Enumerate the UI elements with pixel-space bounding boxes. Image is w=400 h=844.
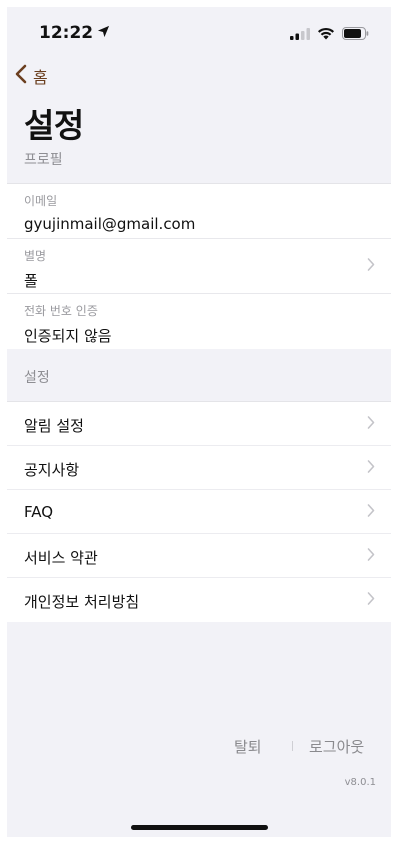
back-button[interactable]: 홈 xyxy=(15,64,48,88)
chevron-right-icon xyxy=(367,546,375,565)
footer-actions: 탈퇴 로그아웃 xyxy=(7,736,391,758)
email-value: gyujinmail@gmail.com xyxy=(24,215,196,233)
status-icons xyxy=(290,25,369,44)
logout-button[interactable]: 로그아웃 xyxy=(309,736,364,757)
email-label: 이메일 xyxy=(24,194,58,208)
chevron-right-icon xyxy=(367,591,375,610)
nickname-row[interactable]: 별명 폴 xyxy=(7,239,391,294)
home-indicator xyxy=(131,825,268,830)
profile-section-label: 프로필 xyxy=(24,152,63,168)
settings-item-label: 알림 설정 xyxy=(24,417,84,435)
settings-item-label: 서비스 약관 xyxy=(24,549,98,567)
chevron-right-icon xyxy=(367,458,375,477)
status-time-group: 12:22 xyxy=(39,23,110,43)
phone-verification-value: 인증되지 않음 xyxy=(24,327,112,345)
footer-divider xyxy=(292,741,293,751)
settings-item-terms[interactable]: 서비스 약관 xyxy=(7,534,391,578)
phone-verification-label: 전화 번호 인증 xyxy=(24,304,98,318)
settings-item-privacy-policy[interactable]: 개인정보 처리방침 xyxy=(7,578,391,622)
chevron-right-icon xyxy=(367,502,375,521)
settings-item-notices[interactable]: 공지사항 xyxy=(7,446,391,490)
settings-section-header: 설정 xyxy=(7,349,391,401)
settings-item-label: 개인정보 처리방침 xyxy=(24,593,140,611)
settings-section-label: 설정 xyxy=(24,370,50,386)
back-label: 홈 xyxy=(33,68,48,87)
chevron-right-icon xyxy=(367,257,375,276)
nickname-value: 폴 xyxy=(24,272,38,290)
status-time: 12:22 xyxy=(39,23,94,43)
settings-item-faq[interactable]: FAQ xyxy=(7,490,391,534)
wifi-icon xyxy=(317,25,335,44)
email-row: 이메일 gyujinmail@gmail.com xyxy=(7,184,391,239)
battery-icon xyxy=(342,25,369,44)
app-version: v8.0.1 xyxy=(344,777,376,788)
phone-verification-row[interactable]: 전화 번호 인증 인증되지 않음 xyxy=(7,294,391,349)
chevron-right-icon xyxy=(367,414,375,433)
settings-item-label: 공지사항 xyxy=(24,461,80,479)
settings-list: 알림 설정 공지사항 FAQ 서비스 약관 개인정보 처리방침 xyxy=(7,401,391,622)
chevron-left-icon xyxy=(15,64,27,88)
location-arrow-icon xyxy=(97,23,110,43)
profile-group: 이메일 gyujinmail@gmail.com 별명 폴 전화 번호 인증 인… xyxy=(7,183,391,349)
settings-item-notifications[interactable]: 알림 설정 xyxy=(7,402,391,446)
nickname-label: 별명 xyxy=(24,249,47,263)
status-bar: 12:22 xyxy=(7,7,391,57)
settings-item-label: FAQ xyxy=(24,503,54,521)
page-title: 설정 xyxy=(24,106,84,145)
screen: 12:22 홈 설정 프로필 이메일 gyujinmail@gmail.com … xyxy=(7,7,391,837)
withdraw-button[interactable]: 탈퇴 xyxy=(234,736,262,757)
cellular-signal-icon xyxy=(290,25,310,44)
